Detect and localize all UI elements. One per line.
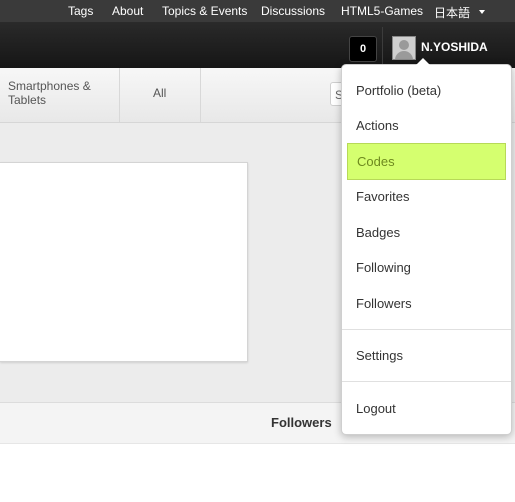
nav-link-about[interactable]: About	[112, 4, 143, 18]
followers-stat-label[interactable]: Followers	[271, 415, 332, 430]
menu-divider	[342, 329, 511, 330]
language-selector[interactable]: 日本語	[434, 4, 470, 21]
menu-item-badges[interactable]: Badges	[356, 225, 400, 240]
dropdown-pointer-arrow	[416, 58, 430, 65]
content-panel	[0, 162, 248, 362]
nav-link-discussions[interactable]: Discussions	[261, 4, 325, 18]
tab-label: All	[153, 86, 167, 100]
language-dropdown-caret-icon[interactable]	[479, 10, 485, 14]
tab-all[interactable]: All	[120, 68, 201, 122]
nav-link-tags[interactable]: Tags	[68, 4, 93, 18]
menu-divider	[342, 381, 511, 382]
tab-smartphones-tablets[interactable]: Smartphones & Tablets	[0, 68, 120, 122]
menu-item-codes[interactable]: Codes	[347, 143, 506, 180]
menu-item-favorites[interactable]: Favorites	[356, 189, 409, 204]
user-avatar[interactable]	[392, 36, 416, 60]
nav-link-html5-games[interactable]: HTML5-Games	[341, 4, 423, 18]
nav-link-topics-events[interactable]: Topics & Events	[162, 4, 247, 18]
menu-item-codes-label: Codes	[357, 154, 395, 169]
menu-item-following[interactable]: Following	[356, 260, 411, 275]
menu-item-portfolio[interactable]: Portfolio (beta)	[356, 83, 441, 98]
tab-label: Smartphones & Tablets	[8, 79, 91, 107]
avatar-head-icon	[399, 40, 409, 50]
menu-item-actions[interactable]: Actions	[356, 118, 399, 133]
menu-item-logout[interactable]: Logout	[356, 401, 396, 416]
notification-count-badge[interactable]: 0	[349, 36, 377, 62]
menu-item-settings[interactable]: Settings	[356, 348, 403, 363]
menu-item-followers[interactable]: Followers	[356, 296, 412, 311]
username-menu-toggle[interactable]: N.YOSHIDA	[421, 40, 488, 54]
user-dropdown-menu: Portfolio (beta) Actions Codes Favorites…	[341, 58, 512, 435]
top-navigation-bar: Tags About Topics & Events Discussions H…	[0, 0, 515, 22]
avatar-body-icon	[395, 51, 413, 59]
header-divider	[382, 27, 383, 67]
